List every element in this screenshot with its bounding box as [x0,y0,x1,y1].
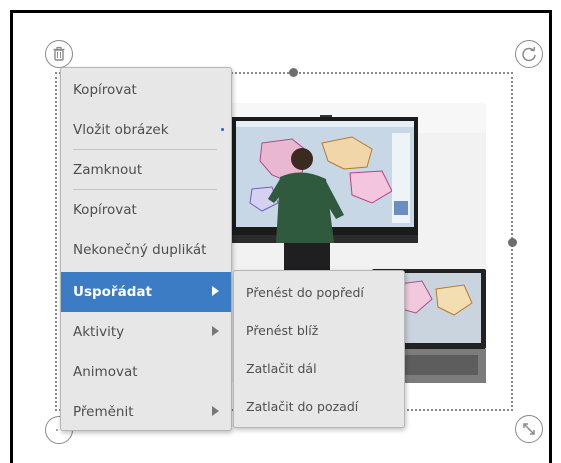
menu-item-label: Animovat [73,364,138,380]
arrange-submenu: Přenést do popředí Přenést blíž Zatlačit… [233,270,405,428]
trash-icon [53,46,65,61]
menu-item-copy-2[interactable]: Kopírovat [61,190,231,230]
menu-item-arrange[interactable]: Uspořádat [61,272,231,312]
menu-item-lock[interactable]: Zamknout [61,150,231,190]
menu-item-insert-image[interactable]: Vložit obrázek [61,110,231,150]
submenu-item-bring-forward[interactable]: Přenést blíž [234,311,404,349]
menu-item-label: Aktivity [73,324,125,340]
menu-item-label: Uspořádat [73,284,152,300]
menu-item-label: Zamknout [73,162,143,178]
rotate-button[interactable] [515,40,543,68]
submenu-item-label: Zatlačit dál [246,360,317,376]
submenu-item-label: Zatlačit do pozadí [246,398,359,414]
menu-item-infinite-duplicate[interactable]: Nekonečný duplikát [61,230,231,270]
submenu-arrow-icon [212,406,219,416]
submenu-arrow-icon [212,286,219,296]
submenu-item-label: Přenést do popředí [246,284,364,300]
menu-item-transform[interactable]: Přeměnit [61,392,231,432]
submenu-item-label: Přenést blíž [246,322,319,338]
menu-item-label: Kopírovat [73,82,137,98]
menu-item-activities[interactable]: Aktivity [61,312,231,352]
top-resize-handle[interactable] [289,68,298,77]
right-resize-handle[interactable] [508,238,517,247]
menu-item-label: Přeměnit [73,404,134,420]
menu-item-copy[interactable]: Kopírovat [61,70,231,110]
menu-item-label: Kopírovat [73,202,137,218]
menu-item-animate[interactable]: Animovat [61,352,231,392]
submenu-item-bring-to-front[interactable]: Přenést do popředí [234,273,404,311]
resize-button[interactable] [515,415,543,443]
context-menu: Kopírovat Vložit obrázek Zamknout Kopíro… [60,67,232,431]
delete-button[interactable] [45,40,73,68]
resize-icon [523,423,535,435]
menu-item-label: Vložit obrázek [73,122,169,138]
rotate-icon [522,46,536,62]
submenu-arrow-icon [212,326,219,336]
cursor-dot [221,128,224,131]
menu-item-label: Nekonečný duplikát [73,242,207,258]
submenu-item-send-to-back[interactable]: Zatlačit do pozadí [234,387,404,425]
submenu-item-send-backward[interactable]: Zatlačit dál [234,349,404,387]
